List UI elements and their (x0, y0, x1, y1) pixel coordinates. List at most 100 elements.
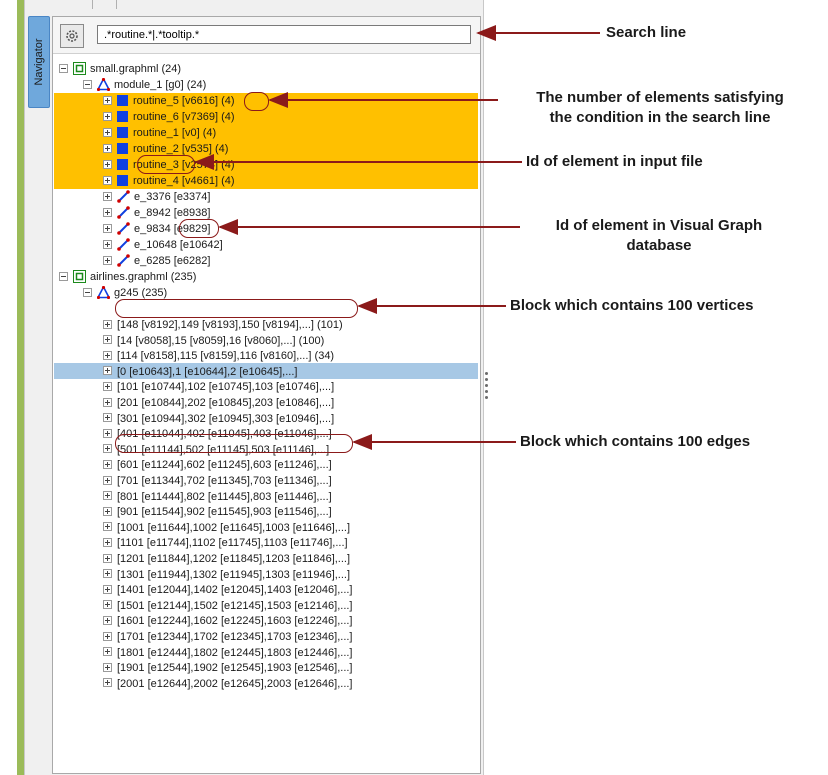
tree-node-label: [301 [e10944],302 [e10945],303 [e10946],… (117, 412, 335, 425)
tree-node-module[interactable]: module_1 [g0] (24) (83, 77, 206, 93)
tree-node-label: [2001 [e12644],2002 [e12645],2003 [e1264… (117, 677, 353, 690)
tree-node-block[interactable]: [114 [v8158],115 [v8159],116 [v8160],...… (103, 348, 334, 364)
tree-node-block[interactable]: [801 [e11444],802 [e11445],803 [e11446],… (103, 489, 332, 505)
expand-icon[interactable] (103, 381, 112, 391)
tree-node-label: routine_4 [v4661] (4) (133, 175, 235, 187)
screenshot-frame: Navigator small.graphml (24) module_1 [g… (0, 0, 828, 775)
edge-icon (117, 253, 130, 267)
expand-icon[interactable] (103, 475, 112, 485)
expand-icon[interactable] (103, 239, 112, 249)
tree-node-block[interactable]: [301 [e10944],302 [e10945],303 [e10946],… (103, 411, 334, 427)
edge-icon (117, 237, 130, 251)
tree-node-edge[interactable]: e_6285 [e6282] (103, 253, 210, 269)
expand-icon[interactable] (103, 444, 112, 454)
tree-node-block[interactable]: [1001 [e11644],1002 [e11645],1003 [e1164… (103, 520, 350, 536)
tree-node-block[interactable]: [2001 [e12644],2002 [e12645],2003 [e1264… (103, 676, 353, 692)
tree-node-block[interactable]: [1501 [e12144],1502 [e12145],1503 [e1214… (103, 598, 353, 614)
expand-icon[interactable] (103, 600, 112, 610)
annotation-id-db-line1: Id of element in Visual Graph (555, 217, 763, 234)
expand-icon[interactable] (103, 537, 112, 547)
tree-node-block[interactable]: [1301 [e11944],1302 [e11945],1303 [e1194… (103, 567, 350, 583)
expand-icon[interactable] (103, 678, 112, 688)
annotation-oval-count (244, 92, 269, 111)
tree-node-block[interactable]: [1201 [e11844],1202 [e11845],1203 [e1184… (103, 551, 350, 567)
tree-node-vertex[interactable]: routine_4 [v4661] (4) (103, 173, 235, 189)
expand-icon[interactable] (103, 143, 112, 153)
tree-node-file-small[interactable]: small.graphml (24) (59, 61, 181, 77)
tree-node-edge[interactable]: e_10648 [e10642] (103, 237, 223, 253)
tree-node-block[interactable]: [901 [e11544],902 [e11545],903 [e11546],… (103, 504, 332, 520)
tree-node-block[interactable]: [1801 [e12444],1802 [e12445],1803 [e1244… (103, 645, 353, 661)
graph-group-icon (97, 285, 110, 299)
expand-icon[interactable] (103, 553, 112, 563)
expand-icon[interactable] (103, 647, 112, 657)
expand-icon[interactable] (103, 95, 112, 105)
tree-node-label: [901 [e11544],902 [e11545],903 [e11546],… (117, 506, 332, 519)
collapse-icon[interactable] (59, 271, 68, 281)
expand-icon[interactable] (103, 506, 112, 516)
tree-node-file-airlines[interactable]: airlines.graphml (235) (59, 269, 196, 285)
expand-icon[interactable] (103, 350, 112, 360)
expand-icon[interactable] (103, 319, 112, 329)
collapse-icon[interactable] (59, 63, 68, 73)
tree-node-block[interactable]: [601 [e11244],602 [e11245],603 [e11246],… (103, 457, 332, 473)
tree-node-label: routine_1 [v0] (4) (133, 127, 217, 139)
edge-icon (117, 205, 130, 219)
tree-node-label: [1501 [e12144],1502 [e12145],1503 [e1214… (117, 599, 353, 612)
collapse-icon[interactable] (83, 287, 92, 297)
splitter-grip[interactable] (485, 372, 489, 402)
expand-icon[interactable] (103, 631, 112, 641)
tree-node-label: module_1 [g0] (24) (114, 79, 207, 91)
tree-node-label: [201 [e10844],202 [e10845],203 [e10846],… (117, 397, 335, 409)
tree-node-block[interactable]: [1401 [e12044],1402 [e12045],1403 [e1204… (103, 582, 353, 598)
side-accent-bar (17, 0, 24, 775)
expand-icon[interactable] (103, 111, 112, 121)
expand-icon[interactable] (103, 662, 112, 672)
tree-node-block[interactable]: [1701 [e12344],1702 [e12345],1703 [e1234… (103, 629, 353, 645)
tree-node-label: [148 [v8192],149 [v8193],150 [v8194],...… (117, 319, 343, 331)
tree-node-block[interactable]: [1901 [e12544],1902 [e12545],1903 [e1254… (103, 660, 353, 676)
expand-icon[interactable] (103, 428, 112, 438)
expand-icon[interactable] (103, 584, 112, 594)
expand-icon[interactable] (103, 397, 112, 407)
settings-button[interactable] (60, 24, 84, 48)
expand-icon[interactable] (103, 366, 112, 376)
tree-node-vertex[interactable]: routine_6 [v7369] (4) (103, 109, 235, 125)
expand-icon[interactable] (103, 491, 112, 501)
expand-icon[interactable] (103, 255, 112, 265)
tree-node-block[interactable]: [1601 [e12244],1602 [e12245],1603 [e1224… (103, 613, 353, 629)
tree-node-edge[interactable]: e_3376 [e3374] (103, 189, 210, 205)
expand-icon[interactable] (103, 615, 112, 625)
expand-icon[interactable] (103, 413, 112, 423)
expand-icon[interactable] (103, 459, 112, 469)
tree-node-block[interactable]: [0 [e10643],1 [e10644],2 [e10645],...] (103, 364, 297, 380)
tree-node-vertex[interactable]: routine_5 [v6616] (4) (103, 93, 235, 109)
expand-icon[interactable] (103, 569, 112, 579)
tree-node-block[interactable]: [101 [e10744],102 [e10745],103 [e10746],… (103, 379, 334, 395)
expand-icon[interactable] (103, 127, 112, 137)
annotation-oval-db-id (179, 219, 219, 238)
expand-icon[interactable] (103, 335, 112, 345)
expand-icon[interactable] (103, 223, 112, 233)
tree-node-vertex[interactable]: routine_1 [v0] (4) (103, 125, 216, 141)
tree-node-block[interactable]: [14 [v8058],15 [v8059],16 [v8060],...] (… (103, 333, 324, 349)
tree-node-block[interactable]: [201 [e10844],202 [e10845],203 [e10846],… (103, 395, 334, 411)
expand-icon[interactable] (103, 522, 112, 532)
collapse-icon[interactable] (83, 79, 92, 89)
vertex-icon (117, 174, 128, 186)
tree-node-label: e_10648 [e10642] (134, 239, 223, 251)
tree-node-label: [1001 [e11644],1002 [e11645],1003 [e1164… (117, 521, 351, 534)
navigator-tab[interactable]: Navigator (28, 16, 50, 108)
expand-icon[interactable] (103, 159, 112, 169)
tree-node-block[interactable]: [148 [v8192],149 [v8193],150 [v8194],...… (103, 317, 343, 333)
expand-icon[interactable] (103, 191, 112, 201)
tree-node-label: e_6285 [e6282] (134, 255, 211, 267)
expand-icon[interactable] (103, 175, 112, 185)
tree-node-block[interactable]: [701 [e11344],702 [e11345],703 [e11346],… (103, 473, 332, 489)
graph-group-icon (97, 77, 110, 91)
annotation-id-input: Id of element in input file (526, 153, 703, 170)
tree-node-block[interactable]: [1101 [e11744],1102 [e11745],1103 [e1174… (103, 535, 348, 551)
expand-icon[interactable] (103, 207, 112, 217)
search-input[interactable] (97, 25, 471, 44)
graph-file-icon (73, 61, 86, 75)
